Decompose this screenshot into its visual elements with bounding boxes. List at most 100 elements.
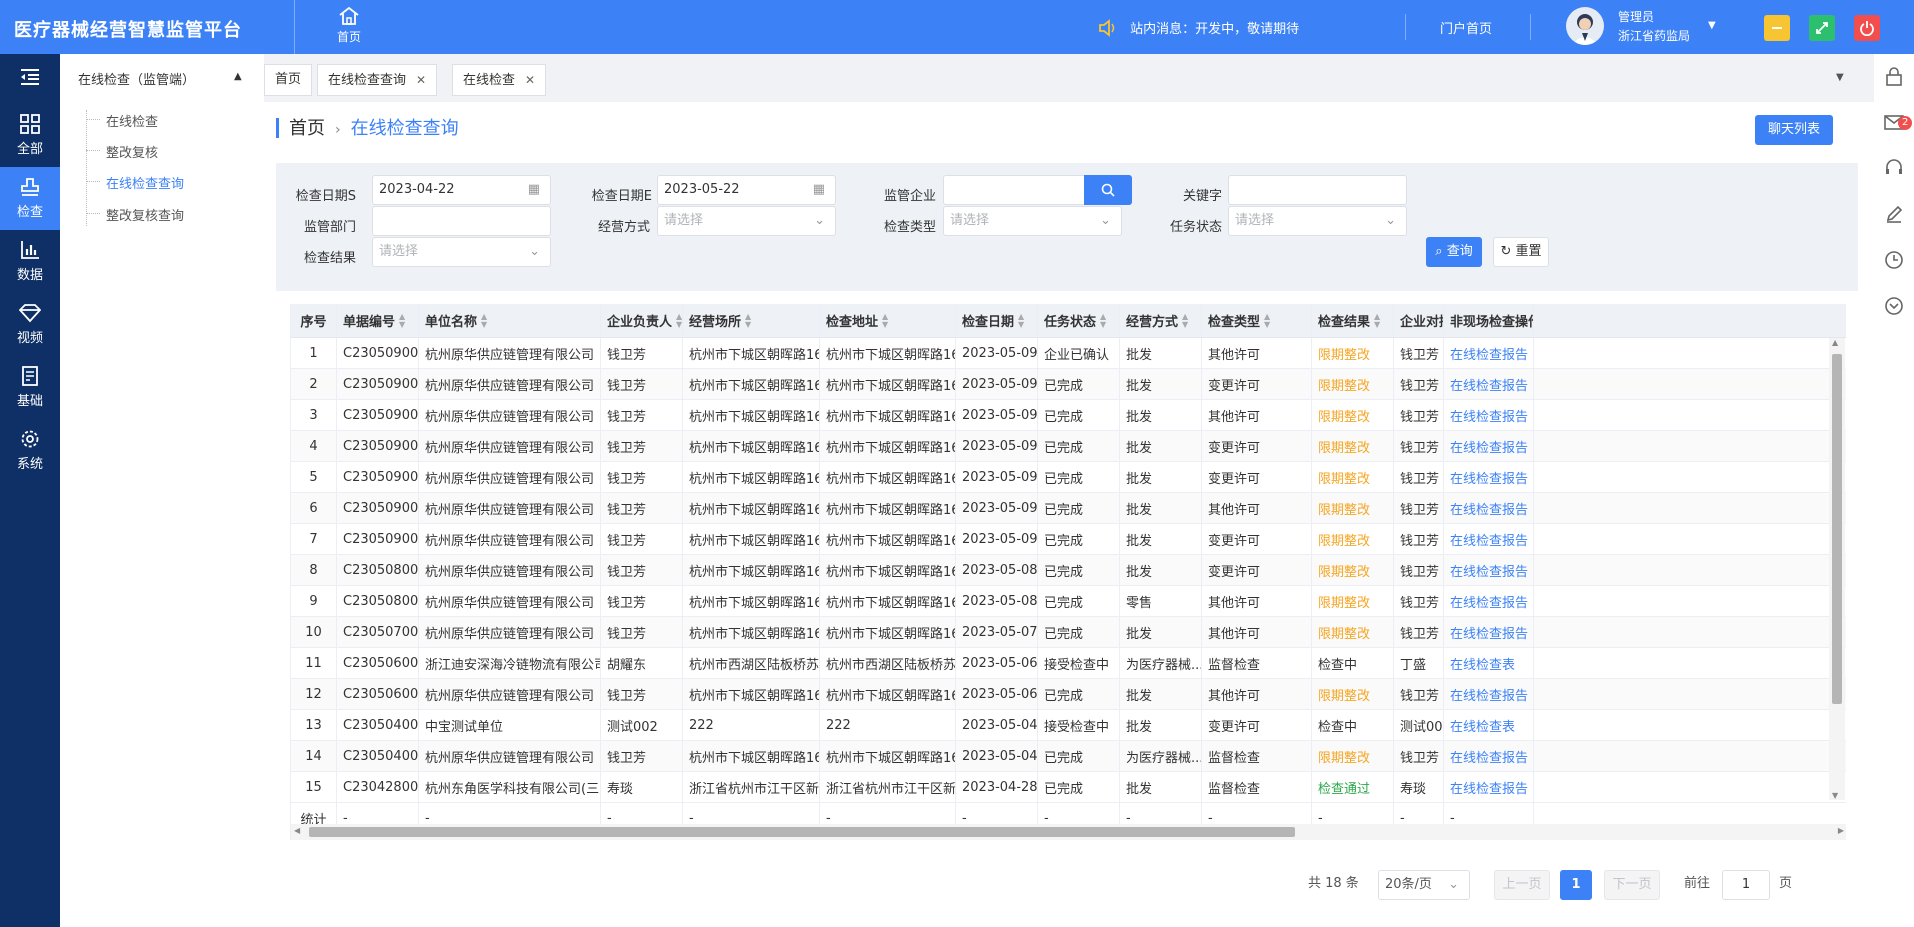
sort-icon[interactable]: ▲ ▼	[1100, 312, 1106, 329]
sort-icon[interactable]: ▲ ▼	[745, 312, 751, 329]
col-action-value[interactable]: 在线检查表	[1450, 654, 1515, 673]
col-action-cell[interactable]: 在线检查表	[1444, 710, 1534, 740]
header-col-check-type[interactable]: 检查类型 ▲ ▼	[1202, 304, 1312, 337]
header-col-check-date[interactable]: 检查日期 ▲ ▼	[956, 304, 1038, 337]
col-action-value[interactable]: 在线检查报告	[1450, 530, 1528, 549]
nav-item-basic[interactable]: 基础	[0, 356, 60, 419]
sort-icon[interactable]: ▲ ▼	[1182, 312, 1188, 329]
nav-item-data[interactable]: 数据	[0, 230, 60, 293]
keyword-input[interactable]	[1228, 175, 1407, 205]
col-action-value[interactable]: 在线检查报告	[1450, 375, 1528, 394]
nav-item-system[interactable]: 系统	[0, 419, 60, 482]
sort-icon[interactable]: ▲ ▼	[1018, 312, 1024, 329]
scroll-down-icon[interactable]: ▼	[1832, 791, 1838, 800]
result-select[interactable]: 请选择 ⌄	[372, 237, 551, 267]
close-icon[interactable]: ✕	[416, 73, 426, 87]
avatar[interactable]	[1566, 7, 1604, 45]
chat-list-button[interactable]: 聊天列表	[1755, 115, 1833, 145]
home-nav-button[interactable]: 首页	[330, 6, 368, 45]
col-action-cell[interactable]: 在线检查报告	[1444, 772, 1534, 802]
headset-icon[interactable]	[1884, 158, 1904, 182]
close-icon[interactable]: ✕	[525, 73, 535, 87]
tab-online-check[interactable]: 在线检查 ✕	[452, 64, 547, 96]
col-action-value[interactable]: 在线检查报告	[1450, 592, 1528, 611]
header-col-owner[interactable]: 企业负责人 ▲ ▼	[601, 304, 683, 337]
col-action-cell[interactable]: 在线检查报告	[1444, 617, 1534, 647]
portal-home-link[interactable]: 门户首页	[1440, 18, 1492, 37]
nav-item-all[interactable]: 全部	[0, 104, 60, 167]
logout-button[interactable]	[1854, 15, 1880, 41]
tab-online-check-query[interactable]: 在线检查查询 ✕	[317, 64, 438, 96]
col-action-cell[interactable]: 在线检查报告	[1444, 338, 1534, 368]
check-type-select[interactable]: 请选择 ⌄	[943, 206, 1122, 236]
scroll-up-icon[interactable]: ▲	[1832, 338, 1838, 347]
col-action-value[interactable]: 在线检查报告	[1450, 468, 1528, 487]
col-action-value[interactable]: 在线检查报告	[1450, 344, 1528, 363]
nav-item-video[interactable]: 视频	[0, 293, 60, 356]
col-action-value[interactable]: 在线检查报告	[1450, 437, 1528, 456]
edit-icon[interactable]	[1884, 204, 1904, 228]
user-menu-caret-icon[interactable]: ▼	[1708, 20, 1716, 31]
scroll-left-icon[interactable]: ◀	[294, 826, 300, 835]
sort-icon[interactable]: ▲ ▼	[481, 312, 487, 329]
submenu-item-online-check[interactable]: 在线检查	[106, 111, 158, 130]
col-action-cell[interactable]: 在线检查报告	[1444, 555, 1534, 585]
fullscreen-button[interactable]	[1809, 15, 1835, 41]
sort-icon[interactable]: ▲ ▼	[882, 312, 888, 329]
header-col-check-result[interactable]: 检查结果 ▲ ▼	[1312, 304, 1394, 337]
col-action-cell[interactable]: 在线检查报告	[1444, 524, 1534, 554]
lock-icon[interactable]	[1884, 66, 1904, 90]
chevron-down-circle-icon[interactable]	[1884, 296, 1904, 320]
date-start-input[interactable]: 2023-04-22 ▦	[372, 175, 551, 205]
next-page-button[interactable]: 下一页	[1604, 870, 1660, 900]
minimize-button[interactable]	[1764, 15, 1790, 41]
company-input[interactable]	[943, 175, 1085, 205]
col-action-cell[interactable]: 在线检查报告	[1444, 493, 1534, 523]
submenu-item-rectify-review[interactable]: 整改复核	[106, 142, 158, 161]
tab-home[interactable]: 首页	[264, 64, 313, 96]
vertical-scrollbar[interactable]: ▲ ▼	[1829, 338, 1845, 800]
nav-item-inspection[interactable]: 检查	[0, 167, 60, 230]
submenu-title[interactable]: 在线检查（监管端）	[78, 69, 195, 88]
query-button[interactable]: ⌕ 查询	[1426, 237, 1482, 267]
breadcrumb-home[interactable]: 首页	[289, 118, 325, 139]
date-end-input[interactable]: 2023-05-22 ▦	[657, 175, 836, 205]
prev-page-button[interactable]: 上一页	[1494, 870, 1550, 900]
scroll-right-icon[interactable]: ▶	[1838, 826, 1844, 835]
sort-icon[interactable]: ▲ ▼	[1374, 312, 1380, 329]
scrollbar-thumb[interactable]	[309, 827, 1295, 837]
col-action-cell[interactable]: 在线检查报告	[1444, 679, 1534, 709]
col-action-value[interactable]: 在线检查报告	[1450, 685, 1528, 704]
col-action-cell[interactable]: 在线检查报告	[1444, 462, 1534, 492]
tabs-dropdown-icon[interactable]: ▼	[1836, 72, 1844, 83]
goto-page-input[interactable]: 1	[1722, 870, 1770, 900]
submenu-item-online-check-query[interactable]: 在线检查查询	[106, 173, 184, 192]
page-size-select[interactable]: 20条/页 ⌄	[1378, 870, 1470, 900]
col-action-value[interactable]: 在线检查表	[1450, 716, 1515, 735]
col-action-value[interactable]: 在线检查报告	[1450, 623, 1528, 642]
header-col-doc-no[interactable]: 单据编号 ▲ ▼	[337, 304, 419, 337]
current-page[interactable]: 1	[1560, 870, 1592, 900]
sort-icon[interactable]: ▲ ▼	[1264, 312, 1270, 329]
submenu-item-rectify-review-query[interactable]: 整改复核查询	[106, 205, 184, 224]
col-action-value[interactable]: 在线检查报告	[1450, 747, 1528, 766]
biz-mode-select[interactable]: 请选择 ⌄	[657, 206, 836, 236]
col-action-cell[interactable]: 在线检查报告	[1444, 431, 1534, 461]
header-col-biz-mode[interactable]: 经营方式 ▲ ▼	[1120, 304, 1202, 337]
menu-toggle-button[interactable]	[0, 54, 60, 104]
header-col-premises[interactable]: 经营场所 ▲ ▼	[683, 304, 820, 337]
header-col-task-status[interactable]: 任务状态 ▲ ▼	[1038, 304, 1120, 337]
sort-icon[interactable]: ▲ ▼	[399, 312, 405, 329]
col-action-cell[interactable]: 在线检查报告	[1444, 741, 1534, 771]
task-status-select[interactable]: 请选择 ⌄	[1228, 206, 1407, 236]
scrollbar-thumb[interactable]	[1832, 354, 1842, 704]
user-info[interactable]: 管理员 浙江省药监局	[1618, 8, 1690, 46]
clock-icon[interactable]	[1884, 250, 1904, 274]
col-action-value[interactable]: 在线检查报告	[1450, 499, 1528, 518]
horizontal-scrollbar[interactable]: ◀ ▶	[291, 824, 1846, 840]
col-action-value[interactable]: 在线检查报告	[1450, 778, 1528, 797]
reset-button[interactable]: ↻ 重置	[1493, 237, 1549, 267]
col-action-value[interactable]: 在线检查报告	[1450, 406, 1528, 425]
company-search-button[interactable]	[1084, 175, 1132, 205]
header-col-unit-name[interactable]: 单位名称 ▲ ▼	[419, 304, 601, 337]
